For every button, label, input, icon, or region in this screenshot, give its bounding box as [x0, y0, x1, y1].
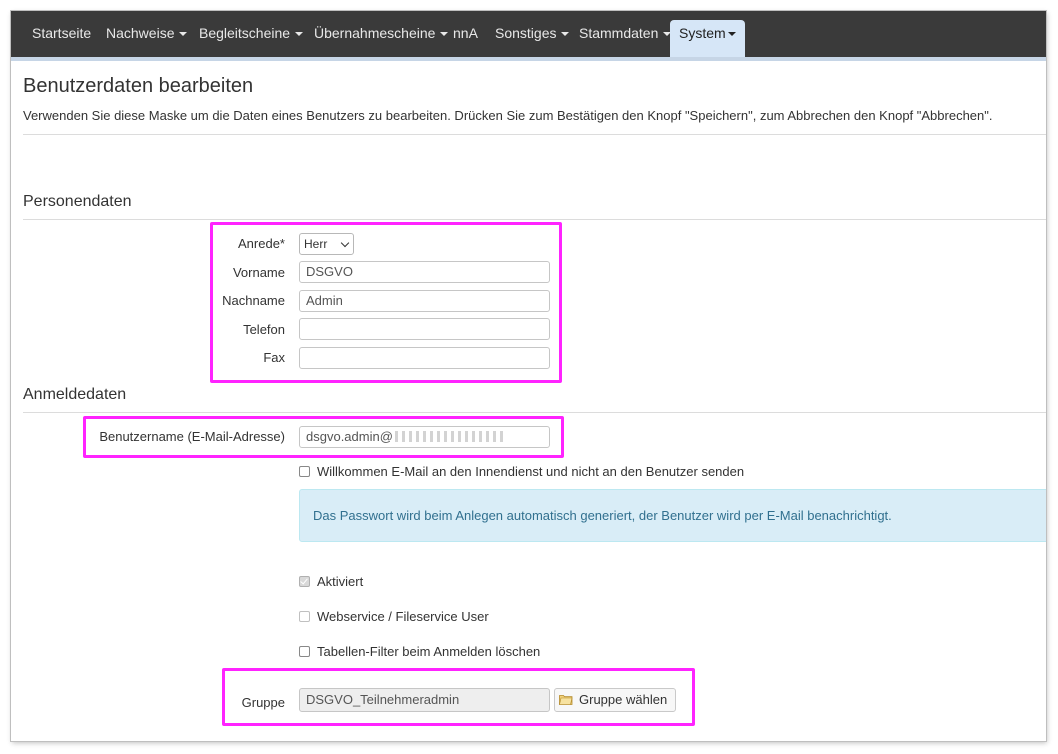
aktiviert-checkbox: [299, 576, 310, 587]
gruppe-button-label: Gruppe wählen: [579, 692, 668, 707]
anrede-select[interactable]: Herr: [299, 233, 354, 255]
nav-stammdaten[interactable]: Stammdaten: [579, 11, 672, 57]
caret-down-icon: [179, 32, 188, 37]
username-input[interactable]: dsgvo.admin@: [299, 426, 550, 448]
fax-label: Fax: [263, 350, 285, 365]
nachname-input[interactable]: Admin: [299, 290, 550, 312]
folder-icon: [559, 695, 573, 705]
webservice-checkbox-row: Webservice / Fileservice User: [299, 609, 489, 624]
telefon-label: Telefon: [243, 322, 285, 337]
gruppe-input: DSGVO_Teilnehmeradmin: [299, 688, 550, 712]
nav-startseite-label: Startseite: [32, 25, 92, 41]
info-alert: Das Passwort wird beim Anlegen automatis…: [299, 489, 1046, 542]
nav-nachweise[interactable]: Nachweise: [106, 11, 188, 57]
nachname-label: Nachname: [222, 293, 285, 308]
welcome-mail-checkbox-row[interactable]: Willkommen E-Mail an den Innendienst und…: [299, 464, 744, 479]
top-navbar: Startseite Nachweise Begleitscheine Über…: [11, 11, 1046, 61]
chevron-down-icon: [340, 238, 350, 248]
username-input-value: dsgvo.admin@: [306, 429, 393, 444]
divider: [23, 134, 1046, 135]
nav-system-label: System: [679, 25, 726, 41]
caret-down-icon: [440, 32, 449, 37]
divider: [23, 412, 1046, 413]
vorname-input[interactable]: DSGVO: [299, 261, 550, 283]
nav-uebernahmescheine-label: Übernahmescheine: [314, 25, 436, 41]
filter-checkbox-row[interactable]: Tabellen-Filter beim Anmelden löschen: [299, 644, 540, 659]
page-description: Verwenden Sie diese Maske um die Daten e…: [23, 108, 993, 123]
filter-checkbox[interactable]: [299, 646, 310, 657]
section-anmeldedaten: Anmeldedaten: [23, 386, 127, 403]
webservice-label: Webservice / Fileservice User: [317, 609, 489, 624]
gruppe-waehlen-button[interactable]: Gruppe wählen: [554, 688, 677, 712]
nav-nachweise-label: Nachweise: [106, 25, 175, 41]
nav-sonstiges[interactable]: Sonstiges: [495, 11, 570, 57]
fax-input[interactable]: [299, 347, 550, 369]
aktiviert-checkbox-row: Aktiviert: [299, 574, 363, 589]
caret-down-icon: [727, 32, 736, 37]
nav-uebernahmescheine[interactable]: Übernahmescheine: [314, 11, 449, 57]
redacted-text: [394, 431, 505, 442]
telefon-input[interactable]: [299, 318, 550, 340]
anrede-select-value: Herr: [304, 237, 328, 251]
welcome-mail-label: Willkommen E-Mail an den Innendienst und…: [317, 464, 745, 479]
welcome-mail-checkbox[interactable]: [299, 466, 310, 477]
username-label: Benutzername (E-Mail-Adresse): [99, 429, 285, 444]
aktiviert-label: Aktiviert: [317, 574, 364, 589]
nav-nna-label: nnA: [453, 25, 478, 41]
nav-nna[interactable]: nnA: [453, 11, 478, 57]
filter-label: Tabellen-Filter beim Anmelden löschen: [317, 644, 541, 659]
nav-sonstiges-label: Sonstiges: [495, 25, 557, 41]
section-personendaten: Personendaten: [23, 193, 132, 210]
nav-system[interactable]: System: [670, 20, 745, 57]
caret-down-icon: [295, 32, 304, 37]
nav-begleitscheine[interactable]: Begleitscheine: [199, 11, 304, 57]
nav-startseite[interactable]: Startseite: [32, 11, 91, 57]
vorname-label: Vorname: [232, 265, 285, 280]
nav-stammdaten-label: Stammdaten: [579, 25, 659, 41]
anrede-label: Anrede*: [238, 236, 285, 251]
page-title: Benutzerdaten bearbeiten: [23, 75, 254, 97]
nav-begleitscheine-label: Begleitscheine: [199, 25, 291, 41]
caret-down-icon: [561, 32, 570, 37]
app-window: Startseite Nachweise Begleitscheine Über…: [11, 11, 1046, 741]
info-text: Das Passwort wird beim Anlegen automatis…: [313, 508, 892, 523]
divider: [23, 219, 1046, 220]
webservice-checkbox: [299, 611, 310, 622]
gruppe-label: Gruppe: [241, 695, 285, 710]
